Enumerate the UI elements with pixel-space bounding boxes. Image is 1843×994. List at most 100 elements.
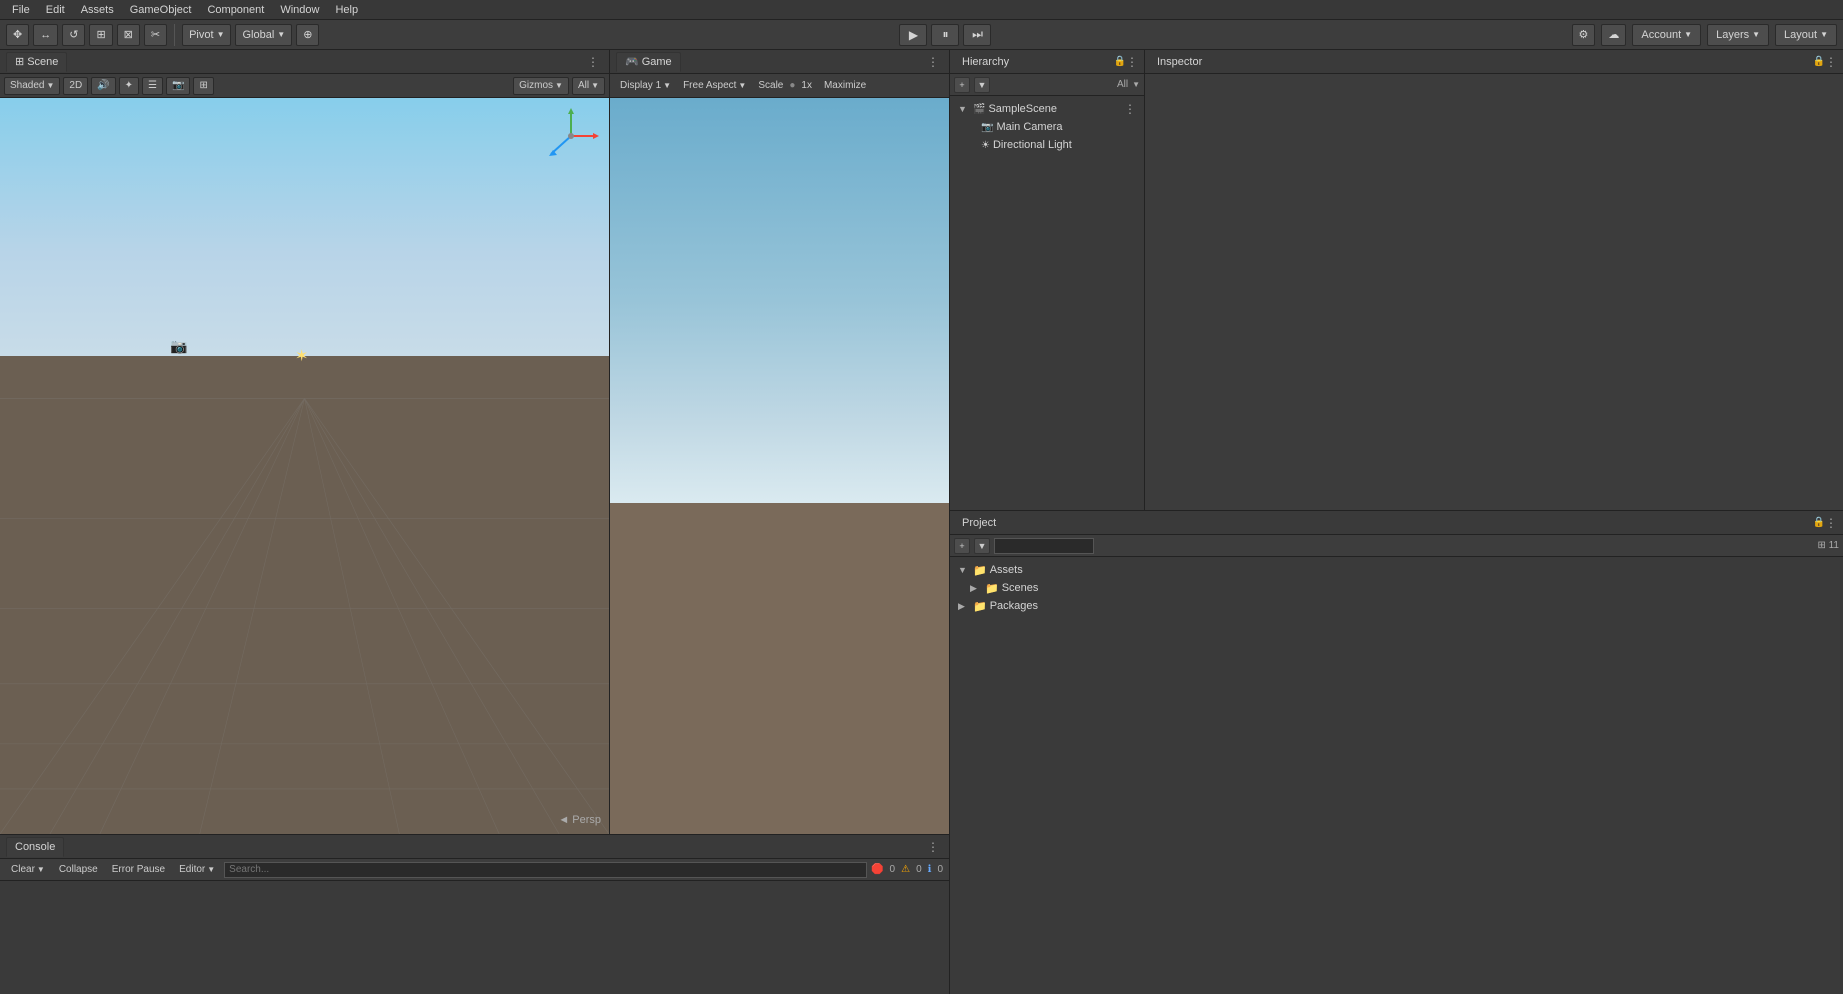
- cloud-icon: ☁: [1608, 28, 1619, 41]
- scenes-folder-icon: 📁: [985, 582, 999, 595]
- scene-grid: [0, 98, 609, 834]
- step-button[interactable]: ⏭: [963, 24, 991, 46]
- settings-button[interactable]: ⚙: [1572, 24, 1596, 46]
- hierarchy-all-label[interactable]: All: [1117, 79, 1128, 90]
- game-panel-menu[interactable]: ⋮: [923, 55, 943, 69]
- hierarchy-main-camera[interactable]: 📷 Main Camera: [950, 118, 1144, 136]
- camera-settings[interactable]: 📷: [166, 77, 190, 95]
- scene-tab[interactable]: ⊞ Scene: [6, 52, 67, 72]
- right-top: Hierarchy 🔒 ⋮ + ▼ All ▼ ▼ 🎬: [950, 50, 1843, 510]
- hierarchy-scene[interactable]: ▼ 🎬 SampleScene ⋮: [950, 100, 1144, 118]
- toggle-2d[interactable]: 2D: [63, 77, 88, 95]
- hierarchy-tab[interactable]: Hierarchy: [956, 56, 1015, 68]
- project-packages-item[interactable]: ▶ 📁 Packages: [950, 597, 1843, 615]
- console-counts: 🛑 0 ⚠ 0 ℹ 0: [871, 864, 943, 875]
- pivot-button[interactable]: Pivot ▼: [182, 24, 231, 46]
- scene-light-object[interactable]: ✶: [295, 346, 308, 366]
- game-tab[interactable]: 🎮 Game: [616, 52, 681, 72]
- scene-icon: 🎬: [973, 104, 985, 115]
- game-ground: [610, 503, 949, 834]
- scene-camera-object[interactable]: 📷: [170, 338, 187, 355]
- layers-arrow: ▼: [1752, 30, 1760, 39]
- pause-button[interactable]: ⏸: [931, 24, 959, 46]
- game-viewport[interactable]: [610, 98, 949, 834]
- menu-gameobject[interactable]: GameObject: [122, 0, 200, 20]
- account-button[interactable]: Account ▼: [1632, 24, 1701, 46]
- hierarchy-menu[interactable]: ⋮: [1126, 55, 1138, 69]
- game-toolbar: Display 1 ▼ Free Aspect ▼ Scale ● 1x Max…: [610, 74, 949, 98]
- tool-transform[interactable]: ✥: [6, 24, 29, 46]
- scene-panel-menu[interactable]: ⋮: [583, 55, 603, 69]
- project-scenes-item[interactable]: ▶ 📁 Scenes: [950, 579, 1843, 597]
- tool-extra[interactable]: ⊕: [296, 24, 319, 46]
- tool-rotate[interactable]: ↺: [62, 24, 85, 46]
- layout-button[interactable]: Layout ▼: [1775, 24, 1837, 46]
- toolbar: ✥ ↔ ↺ ⊞ ⊠ ✂ Pivot ▼ Global ▼ ⊕ ▶ ⏸ ⏭ ⚙ ☁…: [0, 20, 1843, 50]
- scene-toolbar: Shaded ▼ 2D 🔊 ✦ ☰ 📷 ⊞ Gizmos ▼ All: [0, 74, 609, 98]
- project-search[interactable]: [994, 538, 1094, 554]
- console-tab[interactable]: Console: [6, 837, 64, 857]
- error-count-icon: 🛑: [871, 864, 883, 875]
- hierarchy-lock[interactable]: 🔒: [1114, 56, 1126, 67]
- project-body: ▼ 📁 Assets ▶ 📁 Scenes ▶ 📁 Packages: [950, 557, 1843, 994]
- info-count: 0: [937, 864, 943, 875]
- hierarchy-panel: Hierarchy 🔒 ⋮ + ▼ All ▼ ▼ 🎬: [950, 50, 1145, 510]
- tool-move[interactable]: ↔: [33, 24, 58, 46]
- clear-button[interactable]: Clear ▼: [6, 862, 50, 878]
- menu-window[interactable]: Window: [272, 0, 327, 20]
- project-add-btn[interactable]: +: [954, 538, 970, 554]
- maximize-toggle[interactable]: Maximize: [820, 80, 870, 91]
- error-pause-button[interactable]: Error Pause: [107, 862, 170, 878]
- inspector-menu[interactable]: ⋮: [1825, 55, 1837, 69]
- project-tab[interactable]: Project: [956, 517, 1002, 529]
- scene-menu[interactable]: ⋮: [1124, 102, 1136, 116]
- global-button[interactable]: Global ▼: [235, 24, 292, 46]
- hierarchy-toolbar: + ▼ All ▼: [950, 74, 1144, 96]
- tool-custom[interactable]: ✂: [144, 24, 167, 46]
- menu-component[interactable]: Component: [199, 0, 272, 20]
- hierarchy-add-btn[interactable]: +: [954, 77, 970, 93]
- console-search[interactable]: [224, 862, 867, 878]
- all-layers-dropdown[interactable]: All ▼: [572, 77, 605, 95]
- console-panel-menu[interactable]: ⋮: [923, 840, 943, 854]
- collapse-button[interactable]: Collapse: [54, 862, 103, 878]
- account-arrow: ▼: [1684, 30, 1692, 39]
- project-assets-item[interactable]: ▼ 📁 Assets: [950, 561, 1843, 579]
- vfx-toggle[interactable]: ✦: [119, 77, 139, 95]
- layers-button[interactable]: Layers ▼: [1707, 24, 1769, 46]
- aspect-dropdown[interactable]: Free Aspect ▼: [679, 80, 750, 91]
- shading-dropdown[interactable]: Shaded ▼: [4, 77, 60, 95]
- display-dropdown[interactable]: Display 1 ▼: [616, 80, 675, 91]
- tool-rect[interactable]: ⊠: [117, 24, 140, 46]
- audio-toggle[interactable]: 🔊: [91, 77, 115, 95]
- scene-persp-label: ◄ Persp: [558, 814, 601, 826]
- menu-edit[interactable]: Edit: [38, 0, 73, 20]
- scene-axis-gizmo[interactable]: [541, 106, 601, 166]
- tool-scale[interactable]: ⊞: [89, 24, 112, 46]
- project-menu[interactable]: ⋮: [1825, 516, 1837, 530]
- resolution-btn[interactable]: ⊞: [193, 77, 213, 95]
- toolbar-right: ⚙ ☁ Account ▼ Layers ▼ Layout ▼: [1572, 24, 1837, 46]
- cloud-button[interactable]: ☁: [1601, 24, 1626, 46]
- hierarchy-add-arrow[interactable]: ▼: [974, 77, 990, 93]
- hierarchy-tab-bar: Hierarchy 🔒 ⋮: [950, 50, 1144, 74]
- project-lock[interactable]: 🔒: [1813, 517, 1825, 528]
- menu-file[interactable]: File: [4, 0, 38, 20]
- editor-dropdown[interactable]: Editor ▼: [174, 862, 220, 878]
- inspector-tab[interactable]: Inspector: [1151, 56, 1208, 68]
- project-add-arrow[interactable]: ▼: [974, 538, 990, 554]
- hierarchy-directional-light[interactable]: ☀ Directional Light: [950, 136, 1144, 154]
- gizmos-dropdown[interactable]: Gizmos ▼: [513, 77, 569, 95]
- game-tab-icon: 🎮: [625, 55, 639, 68]
- scale-control[interactable]: Scale ● 1x: [754, 80, 816, 91]
- menu-bar: File Edit Assets GameObject Component Wi…: [0, 0, 1843, 20]
- play-button[interactable]: ▶: [899, 24, 927, 46]
- inspector-lock[interactable]: 🔒: [1813, 56, 1825, 67]
- scene-viewport[interactable]: 📷 ✶: [0, 98, 609, 834]
- game-sky: [610, 98, 949, 503]
- menu-help[interactable]: Help: [327, 0, 366, 20]
- menu-assets[interactable]: Assets: [73, 0, 122, 20]
- scene-settings[interactable]: ☰: [142, 77, 163, 95]
- error-count: 0: [890, 864, 896, 875]
- game-panel: 🎮 Game ⋮ Display 1 ▼ Free Aspect ▼: [610, 50, 949, 834]
